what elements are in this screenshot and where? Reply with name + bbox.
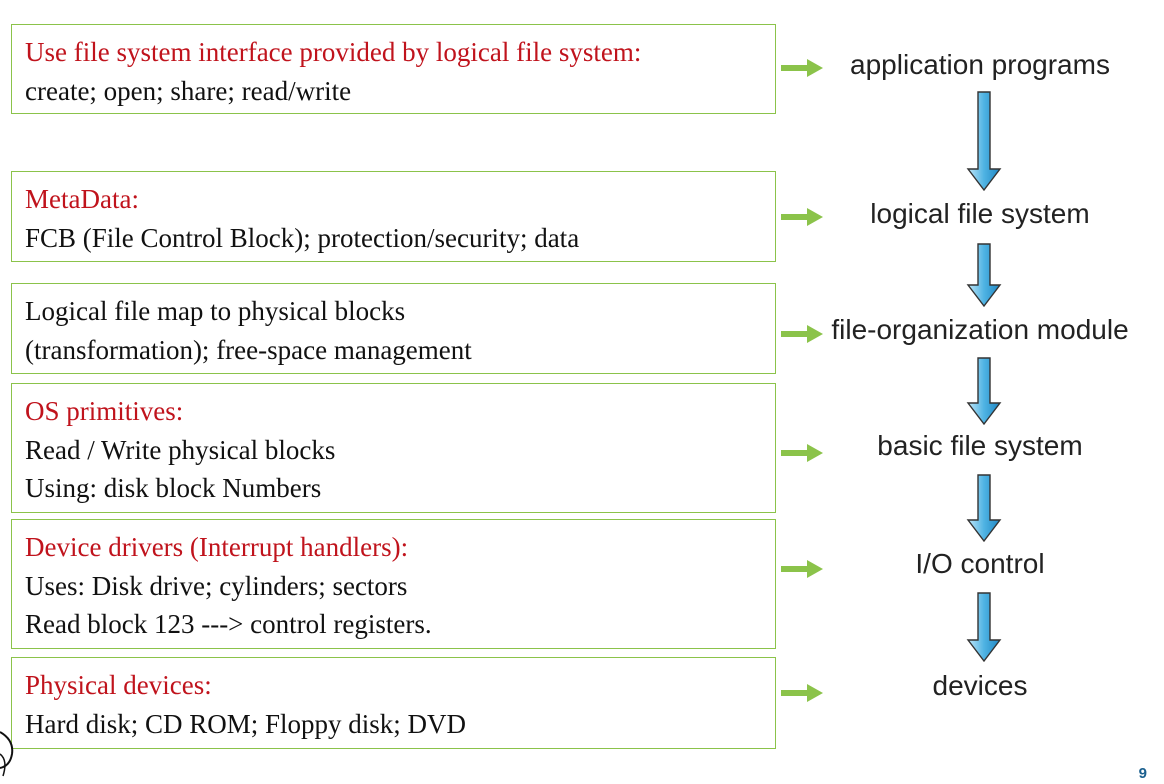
box-text: Using: disk block Numbers (25, 473, 322, 503)
box-text: Logical file map to physical blocks (25, 296, 406, 326)
box-text: create; open; share; read/write (25, 75, 352, 106)
box-heading: OS primitives: (25, 396, 184, 426)
box-text: Uses: Disk drive; cylinders; sectors (25, 570, 408, 601)
description-box: Use file system interface provided by lo… (11, 24, 776, 114)
page-number: 9 (1138, 765, 1147, 782)
corner-logo-fragment (0, 731, 14, 777)
box-text: (transformation); free-space management (25, 334, 472, 365)
layer-label: I/O control (915, 548, 1045, 579)
layer-label: devices (932, 670, 1028, 701)
description-box: Device drivers (Interrupt handlers): Uses… (11, 519, 776, 649)
description-box: OS primitives: Read / Write physical bloc… (11, 383, 776, 513)
layer-label: file-organization module (831, 314, 1129, 345)
layer-label: application programs (850, 49, 1110, 80)
box-text: Hard disk; CD ROM; Floppy disk; DVD (25, 708, 467, 739)
layer-label: logical file system (870, 198, 1090, 229)
box-text: Read / Write physical blocks (25, 434, 336, 465)
box-text: Read block 123 ---> control registers. (25, 609, 432, 639)
down-arrow-icon (966, 243, 1002, 307)
box-text: FCB (File Control Block); protection/sec… (25, 222, 580, 253)
down-arrow-icon (966, 357, 1002, 425)
box-heading: Use file system interface provided by lo… (25, 37, 642, 67)
box-heading: MetaData: (25, 184, 139, 214)
down-arrow-icon (966, 91, 1002, 191)
down-arrow-icon (966, 592, 1002, 662)
box-heading: Device drivers (Interrupt handlers): (25, 532, 409, 562)
description-box: Logical file map to physical blocks (tran… (11, 283, 776, 374)
description-box: MetaData: FCB (File Control Block); prote… (11, 171, 776, 262)
box-heading: Physical devices: (25, 670, 212, 700)
layer-label: basic file system (877, 430, 1083, 461)
description-box: Physical devices: Hard disk; CD ROM; Flop… (11, 657, 776, 749)
down-arrow-icon (966, 474, 1002, 542)
